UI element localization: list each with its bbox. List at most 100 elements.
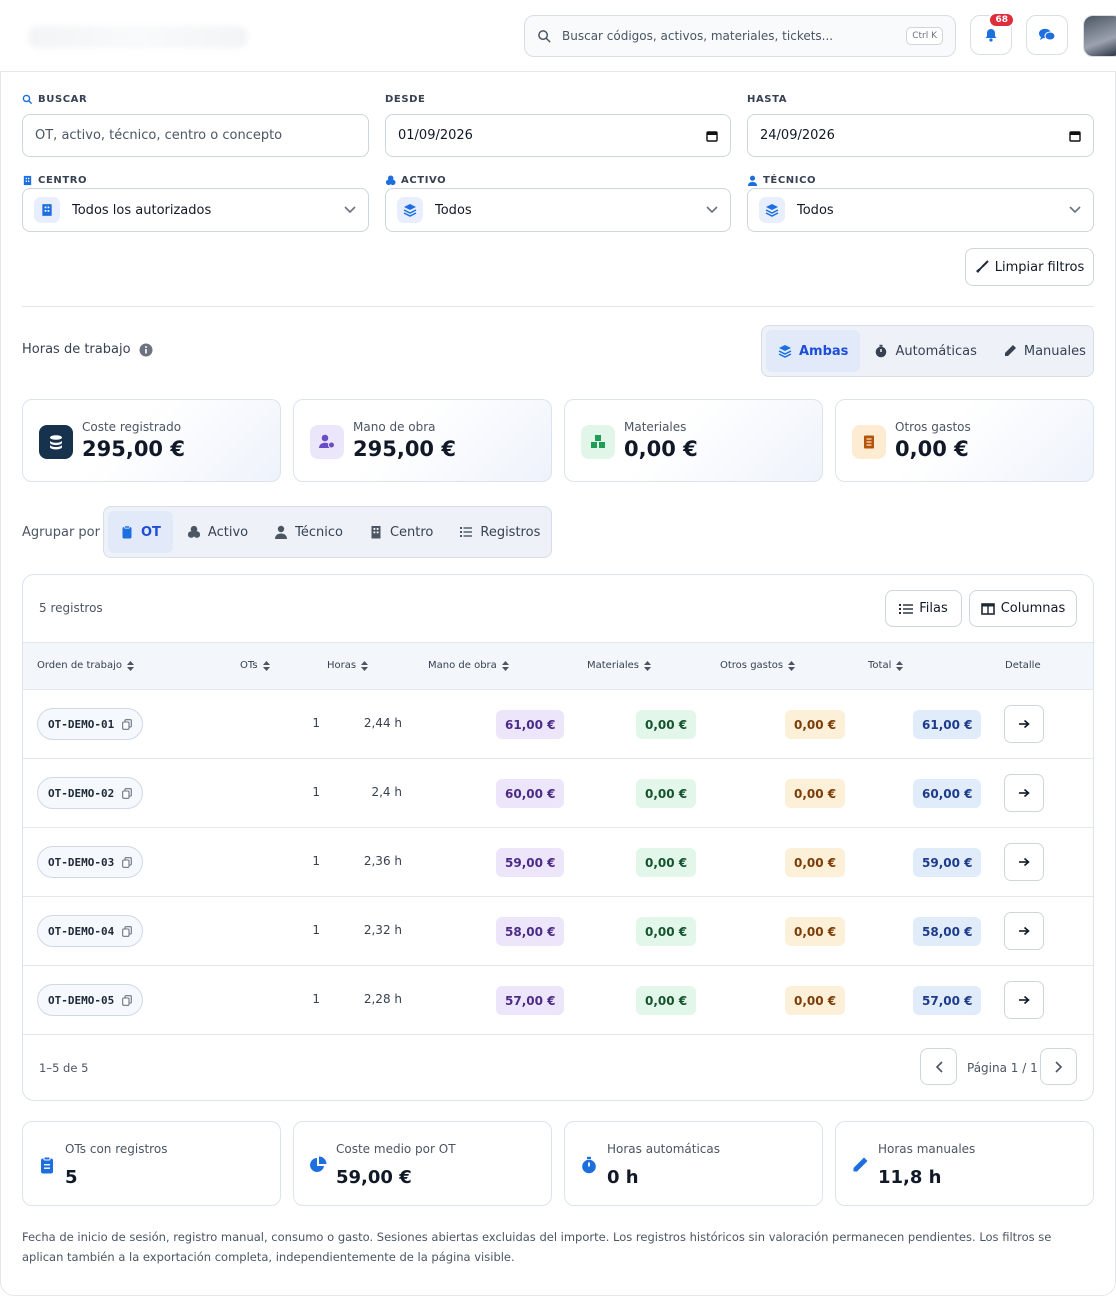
calendar-icon[interactable] (706, 130, 718, 142)
summary-card-registered-cost: Coste registrado 295,00 € (22, 399, 281, 482)
col-hours[interactable]: Horas (327, 660, 369, 671)
labor-pill: 59,00 € (496, 848, 565, 877)
group-ot[interactable]: OT (108, 511, 173, 553)
mode-automatic[interactable]: Automáticas (862, 330, 988, 372)
work-order-code: OT-DEMO-05 (48, 993, 115, 1007)
to-date-label: HASTA (747, 94, 787, 105)
mode-manual-label: Manuales (1023, 343, 1086, 359)
arrow-right-icon (1019, 719, 1030, 729)
copy-icon[interactable] (122, 925, 133, 937)
messages-button[interactable] (1026, 15, 1068, 55)
summary-card-label: Otros gastos (895, 420, 971, 434)
table-row: OT-DEMO-05 1 2,28 h 57,00 € 0,00 € 0,00 € 57,0… (23, 966, 1093, 1035)
info-icon[interactable] (139, 343, 153, 357)
group-records[interactable]: Registros (447, 511, 552, 553)
building-icon (371, 526, 381, 539)
group-ot-label: OT (141, 524, 161, 540)
app-logo[interactable] (28, 26, 248, 48)
other-pill: 0,00 € (785, 917, 846, 946)
records-count: 5 registros (39, 601, 103, 615)
hours-mode-toggle: Ambas Automáticas Manuales (761, 325, 1094, 377)
work-order-chip[interactable]: OT-DEMO-04 (37, 915, 144, 947)
col-materials[interactable]: Materiales (587, 660, 651, 671)
stat-label: Horas automáticas (607, 1142, 721, 1156)
col-ots[interactable]: OTs (240, 660, 270, 671)
from-date-input[interactable]: 01/09/2026 (385, 114, 731, 157)
summary-card-value: 295,00 € (353, 437, 456, 461)
col-labor[interactable]: Mano de obra (428, 660, 509, 671)
hours-title: Horas de trabajo (22, 342, 153, 357)
mode-both-label: Ambas (799, 343, 849, 359)
detail-button[interactable] (1004, 774, 1044, 812)
work-order-code: OT-DEMO-01 (48, 717, 115, 731)
group-tech[interactable]: Técnico (262, 511, 355, 553)
hours-cell: 2,36 h (363, 854, 402, 868)
mode-manual[interactable]: Manuales (991, 330, 1098, 372)
center-select-value: Todos los autorizados (72, 202, 212, 218)
building-icon (23, 175, 32, 186)
col-other[interactable]: Otros gastos (720, 660, 796, 671)
sort-icon (896, 660, 904, 671)
clipboard-icon (122, 525, 132, 539)
pie-icon (310, 1156, 327, 1172)
prev-page-button[interactable] (920, 1048, 957, 1085)
global-search[interactable]: Buscar códigos, activos, materiales, tic… (524, 15, 956, 57)
footnote: Fecha de inicio de sesión, registro manu… (22, 1230, 1052, 1264)
mode-both[interactable]: Ambas (766, 330, 861, 372)
records-table: 5 registros Filas Columnas Orden de trab… (22, 574, 1094, 1101)
detail-button[interactable] (1004, 843, 1044, 881)
work-order-chip[interactable]: OT-DEMO-03 (37, 846, 144, 878)
table-row: OT-DEMO-01 1 2,44 h 61,00 € 0,00 € 0,00 € 61,0… (23, 690, 1093, 759)
avatar[interactable] (1083, 15, 1116, 57)
copy-icon[interactable] (122, 718, 133, 730)
clear-filters-button[interactable]: Limpiar filtros (965, 248, 1094, 286)
total-pill: 58,00 € (913, 917, 982, 946)
notifications-button[interactable]: 68 (970, 12, 1015, 55)
group-asset[interactable]: Activo (175, 511, 260, 553)
detail-button[interactable] (1004, 981, 1044, 1019)
stat-value: 59,00 € (336, 1167, 412, 1188)
to-date-input[interactable]: 24/09/2026 (747, 114, 1094, 157)
columns-button[interactable]: Columnas (969, 590, 1077, 627)
chat-icon (1039, 28, 1056, 41)
arrow-right-icon (1019, 926, 1030, 936)
from-date-value: 01/09/2026 (398, 128, 473, 143)
col-work-order[interactable]: Orden de trabajo (37, 660, 135, 671)
next-page-button[interactable] (1040, 1048, 1077, 1085)
arrow-right-icon (1019, 857, 1030, 867)
search-filter-input[interactable]: OT, activo, técnico, centro o concepto (22, 114, 369, 157)
group-center[interactable]: Centro (357, 511, 445, 553)
asset-select[interactable]: Todos (385, 188, 731, 232)
search-shortcut: Ctrl K (906, 27, 943, 45)
stat-label: OTs con registros (65, 1142, 168, 1156)
rows-button[interactable]: Filas (885, 590, 962, 627)
copy-icon[interactable] (122, 994, 133, 1006)
stat-label: Coste medio por OT (336, 1142, 456, 1156)
detail-button[interactable] (1004, 912, 1044, 950)
group-tech-label: Técnico (295, 524, 343, 540)
calendar-icon[interactable] (1069, 130, 1081, 142)
tech-select-value: Todos (797, 202, 834, 218)
work-order-chip[interactable]: OT-DEMO-01 (37, 708, 144, 740)
from-date-label: DESDE (385, 94, 425, 105)
tech-select[interactable]: Todos (747, 188, 1094, 232)
ots-cell: 1 (312, 785, 320, 799)
copy-icon[interactable] (122, 856, 133, 868)
col-total[interactable]: Total (868, 660, 904, 671)
work-order-chip[interactable]: OT-DEMO-02 (37, 777, 144, 809)
center-filter-label: CENTRO (22, 175, 87, 186)
work-order-chip[interactable]: OT-DEMO-05 (37, 984, 144, 1016)
copy-icon[interactable] (122, 787, 133, 799)
other-pill: 0,00 € (785, 848, 846, 877)
labor-pill: 61,00 € (496, 710, 565, 739)
hours-cell: 2,44 h (363, 716, 402, 730)
detail-button[interactable] (1004, 705, 1044, 743)
group-asset-label: Activo (207, 524, 249, 540)
total-pill: 60,00 € (913, 779, 982, 808)
layers-icon (759, 197, 785, 223)
pagination-range: 1–5 de 5 (39, 1061, 89, 1075)
center-select[interactable]: Todos los autorizados (22, 188, 369, 232)
chevron-down-icon (706, 206, 718, 214)
stat-value: 11,8 h (878, 1167, 942, 1188)
receipt-icon (852, 425, 886, 459)
